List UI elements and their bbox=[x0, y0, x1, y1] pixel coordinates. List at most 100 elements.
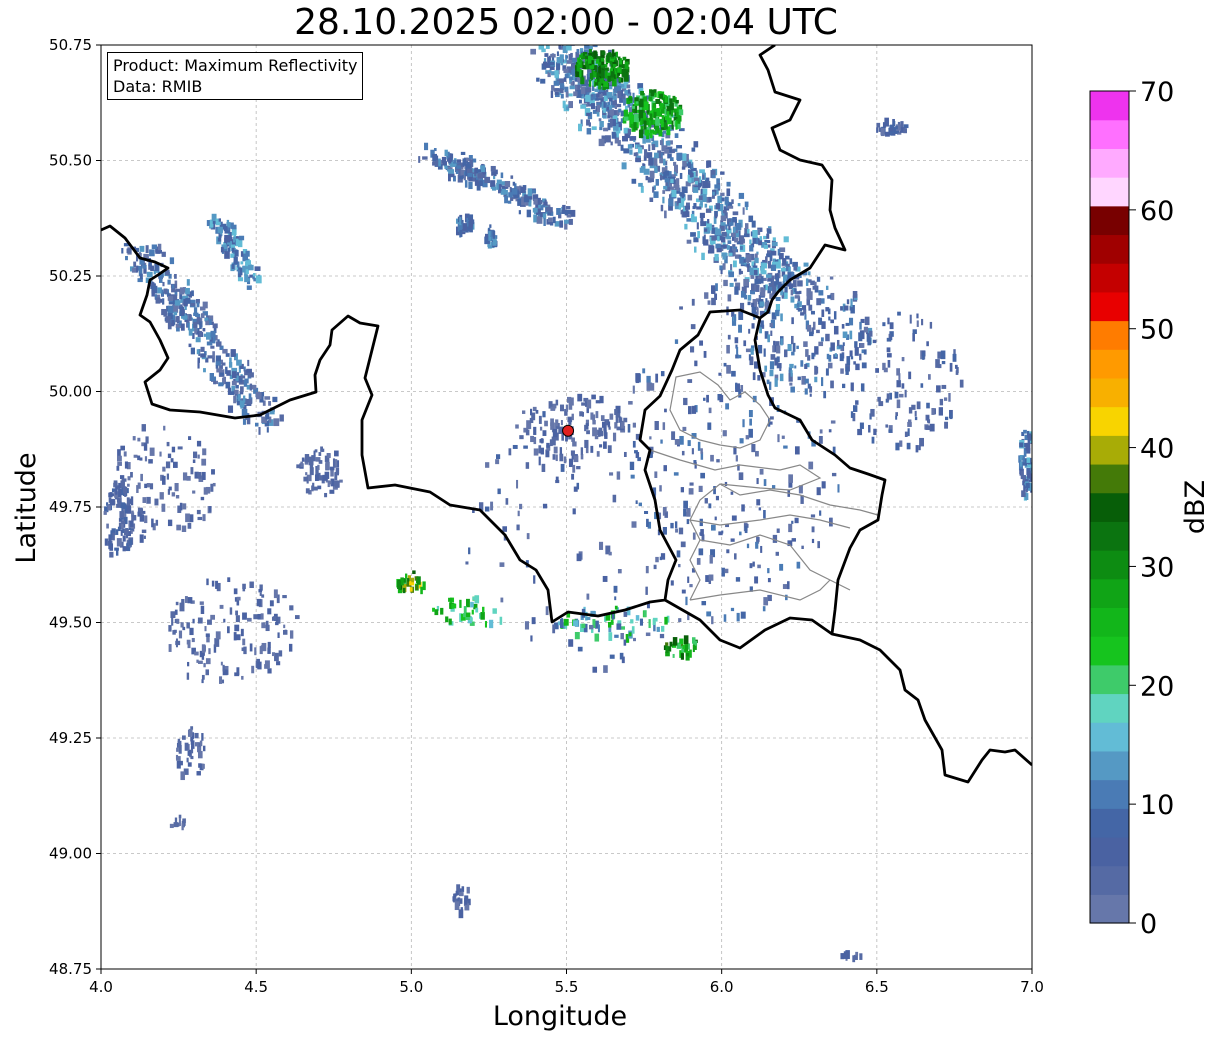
echo-cell bbox=[143, 535, 146, 539]
echo-cell bbox=[904, 431, 908, 437]
echo-cell bbox=[199, 321, 202, 330]
echo-cell bbox=[545, 606, 549, 616]
echo-cell bbox=[334, 450, 339, 457]
echo-cell bbox=[149, 483, 154, 490]
echo-cell bbox=[665, 512, 668, 518]
echo-cell bbox=[411, 577, 414, 583]
echo-cell bbox=[592, 427, 597, 437]
echo-cell bbox=[833, 311, 837, 320]
echo-cell bbox=[738, 192, 745, 199]
echo-cell bbox=[734, 237, 739, 243]
echo-cell bbox=[607, 53, 612, 58]
echo-cell bbox=[563, 68, 569, 73]
echo-cell bbox=[651, 144, 656, 151]
echo-cell bbox=[555, 454, 558, 462]
echo-cell bbox=[192, 459, 196, 464]
y-tick-label: 49.75 bbox=[49, 498, 92, 516]
echo-cell bbox=[608, 426, 611, 430]
echo-cell bbox=[766, 229, 772, 234]
echo-cell bbox=[748, 409, 753, 418]
echo-cell bbox=[544, 53, 549, 57]
echo-cell bbox=[728, 202, 733, 206]
echo-cell bbox=[289, 605, 294, 611]
echo-cell bbox=[329, 466, 335, 471]
echo-cell bbox=[540, 78, 546, 84]
echo-cell bbox=[666, 111, 670, 120]
echo-cell bbox=[267, 647, 271, 654]
echo-cell bbox=[490, 180, 496, 188]
echo-cell bbox=[161, 503, 166, 512]
echo-cell bbox=[751, 443, 756, 453]
echo-cell bbox=[662, 422, 666, 430]
echo-cell bbox=[739, 256, 745, 264]
echo-cell bbox=[269, 600, 274, 607]
echo-cell bbox=[137, 437, 141, 442]
echo-cell bbox=[617, 90, 622, 99]
echo-cell bbox=[243, 646, 247, 655]
echo-cell bbox=[251, 665, 255, 674]
echo-cell bbox=[769, 361, 775, 370]
echo-cell bbox=[745, 435, 750, 440]
echo-cell bbox=[256, 598, 262, 607]
echo-cell bbox=[921, 318, 924, 326]
echo-cell bbox=[168, 625, 172, 632]
echo-cell bbox=[737, 203, 741, 207]
echo-cell bbox=[303, 476, 308, 482]
echo-cell bbox=[687, 576, 690, 583]
echo-cell bbox=[235, 634, 241, 641]
echo-cell bbox=[837, 484, 840, 493]
echo-cell bbox=[807, 271, 811, 276]
echo-cell bbox=[737, 354, 742, 359]
echo-cell bbox=[519, 503, 523, 510]
echo-cell bbox=[775, 261, 781, 269]
echo-cell bbox=[662, 196, 665, 204]
echo-cell bbox=[516, 479, 519, 489]
echo-cell bbox=[563, 618, 569, 626]
echo-cell bbox=[300, 461, 303, 467]
echo-cell bbox=[885, 131, 890, 137]
echo-cell bbox=[206, 578, 209, 586]
echo-cell bbox=[197, 454, 200, 459]
echo-cell bbox=[261, 622, 266, 629]
echo-cell bbox=[240, 251, 244, 257]
echo-cell bbox=[755, 450, 759, 457]
echo-cell bbox=[185, 513, 190, 523]
echo-cell bbox=[877, 396, 881, 402]
echo-cell bbox=[889, 127, 893, 132]
echo-cell bbox=[672, 637, 678, 646]
echo-cell bbox=[607, 115, 611, 119]
echo-cell bbox=[167, 453, 172, 459]
echo-cell bbox=[855, 363, 860, 371]
echo-cell bbox=[696, 222, 699, 230]
echo-cell bbox=[531, 189, 537, 194]
echo-cell bbox=[612, 100, 617, 106]
colorbar-tick-label: 20 bbox=[1140, 671, 1174, 702]
echo-cell bbox=[617, 56, 621, 61]
echo-cell bbox=[820, 337, 824, 342]
echo-cell bbox=[422, 581, 426, 591]
echo-cell bbox=[175, 494, 180, 499]
echo-cell bbox=[198, 660, 203, 664]
echo-cell bbox=[728, 252, 733, 256]
echo-cell bbox=[756, 499, 761, 506]
echo-cell bbox=[806, 288, 812, 297]
echo-cell bbox=[560, 37, 563, 44]
echo-cell bbox=[785, 594, 788, 601]
echo-cell bbox=[199, 330, 202, 337]
echo-cell bbox=[1027, 433, 1032, 441]
echo-cell bbox=[559, 404, 565, 412]
echo-cell bbox=[550, 406, 556, 411]
echo-cell bbox=[559, 220, 564, 228]
echo-cell bbox=[638, 182, 643, 187]
echo-cell bbox=[650, 383, 655, 391]
echo-cell bbox=[632, 422, 636, 428]
echo-cell bbox=[754, 576, 759, 584]
echo-cell bbox=[623, 148, 630, 154]
echo-cell bbox=[590, 103, 596, 110]
echo-cell bbox=[458, 176, 463, 180]
echo-cell bbox=[571, 69, 576, 75]
echo-cell bbox=[569, 77, 573, 81]
echo-cell bbox=[230, 349, 236, 357]
echo-cell bbox=[229, 391, 235, 395]
y-tick-label: 49.00 bbox=[49, 845, 92, 863]
